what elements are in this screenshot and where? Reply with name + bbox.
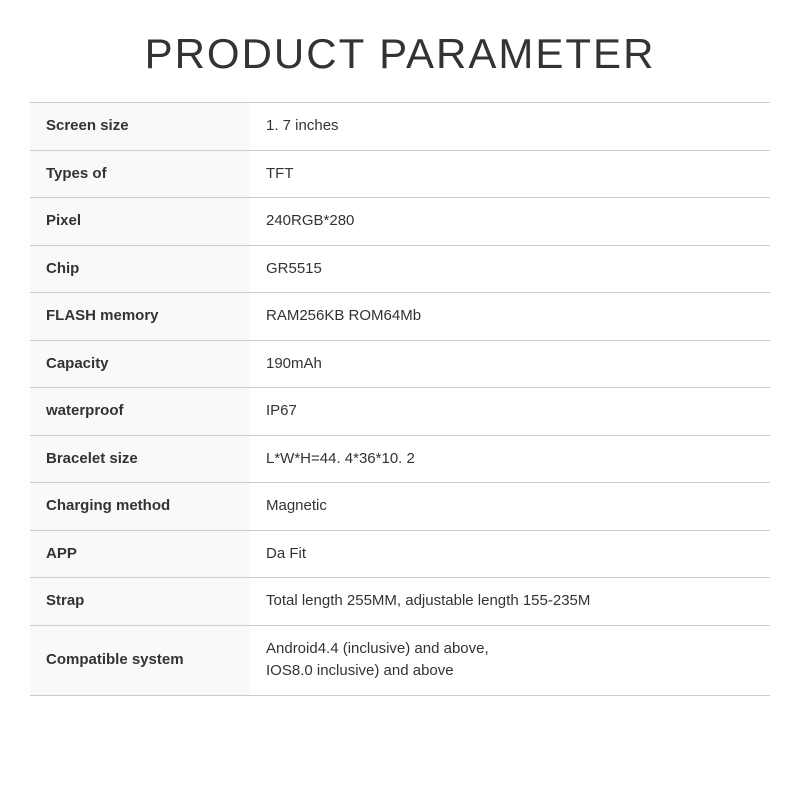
param-label: Charging method (30, 483, 250, 531)
param-label: Bracelet size (30, 435, 250, 483)
param-label: Screen size (30, 103, 250, 151)
param-label: APP (30, 530, 250, 578)
param-label: Chip (30, 245, 250, 293)
param-label: Strap (30, 578, 250, 626)
param-label: Types of (30, 150, 250, 198)
param-value: TFT (250, 150, 770, 198)
param-value: 240RGB*280 (250, 198, 770, 246)
param-value: Da Fit (250, 530, 770, 578)
table-row: FLASH memoryRAM256KB ROM64Mb (30, 293, 770, 341)
table-row: Compatible systemAndroid4.4 (inclusive) … (30, 625, 770, 695)
param-value: Android4.4 (inclusive) and above,IOS8.0 … (250, 625, 770, 695)
param-value: GR5515 (250, 245, 770, 293)
table-row: Pixel240RGB*280 (30, 198, 770, 246)
param-label: waterproof (30, 388, 250, 436)
param-value: 190mAh (250, 340, 770, 388)
param-value: Total length 255MM, adjustable length 15… (250, 578, 770, 626)
param-value: Magnetic (250, 483, 770, 531)
table-row: APPDa Fit (30, 530, 770, 578)
param-label: Pixel (30, 198, 250, 246)
table-row: Capacity190mAh (30, 340, 770, 388)
table-row: Screen size1. 7 inches (30, 103, 770, 151)
param-value: IP67 (250, 388, 770, 436)
param-label: Capacity (30, 340, 250, 388)
table-row: StrapTotal length 255MM, adjustable leng… (30, 578, 770, 626)
page-container: PRODUCT PARAMETER Screen size1. 7 inches… (0, 0, 800, 800)
param-label: FLASH memory (30, 293, 250, 341)
table-row: Bracelet sizeL*W*H=44. 4*36*10. 2 (30, 435, 770, 483)
table-row: Charging methodMagnetic (30, 483, 770, 531)
params-table: Screen size1. 7 inchesTypes ofTFTPixel24… (30, 102, 770, 696)
param-label: Compatible system (30, 625, 250, 695)
param-value: 1. 7 inches (250, 103, 770, 151)
page-title: PRODUCT PARAMETER (30, 30, 770, 78)
table-row: ChipGR5515 (30, 245, 770, 293)
table-row: Types ofTFT (30, 150, 770, 198)
param-value: RAM256KB ROM64Mb (250, 293, 770, 341)
param-value: L*W*H=44. 4*36*10. 2 (250, 435, 770, 483)
table-row: waterproofIP67 (30, 388, 770, 436)
